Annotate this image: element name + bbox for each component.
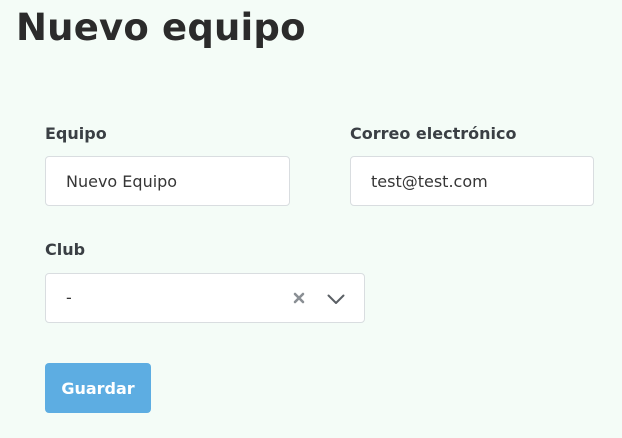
chevron-down-icon[interactable] bbox=[326, 289, 346, 309]
clear-x-icon[interactable] bbox=[291, 288, 307, 308]
club-select-value: - bbox=[66, 288, 72, 307]
email-label: Correo electrónico bbox=[350, 124, 517, 143]
page: Nuevo equipo Equipo Correo electrónico C… bbox=[0, 0, 622, 438]
club-select[interactable]: - bbox=[45, 273, 365, 323]
page-title: Nuevo equipo bbox=[16, 6, 306, 49]
save-button[interactable]: Guardar bbox=[45, 363, 151, 413]
team-name-input[interactable] bbox=[45, 156, 290, 206]
team-name-label: Equipo bbox=[45, 124, 107, 143]
club-label: Club bbox=[45, 240, 86, 259]
email-input[interactable] bbox=[350, 156, 594, 206]
